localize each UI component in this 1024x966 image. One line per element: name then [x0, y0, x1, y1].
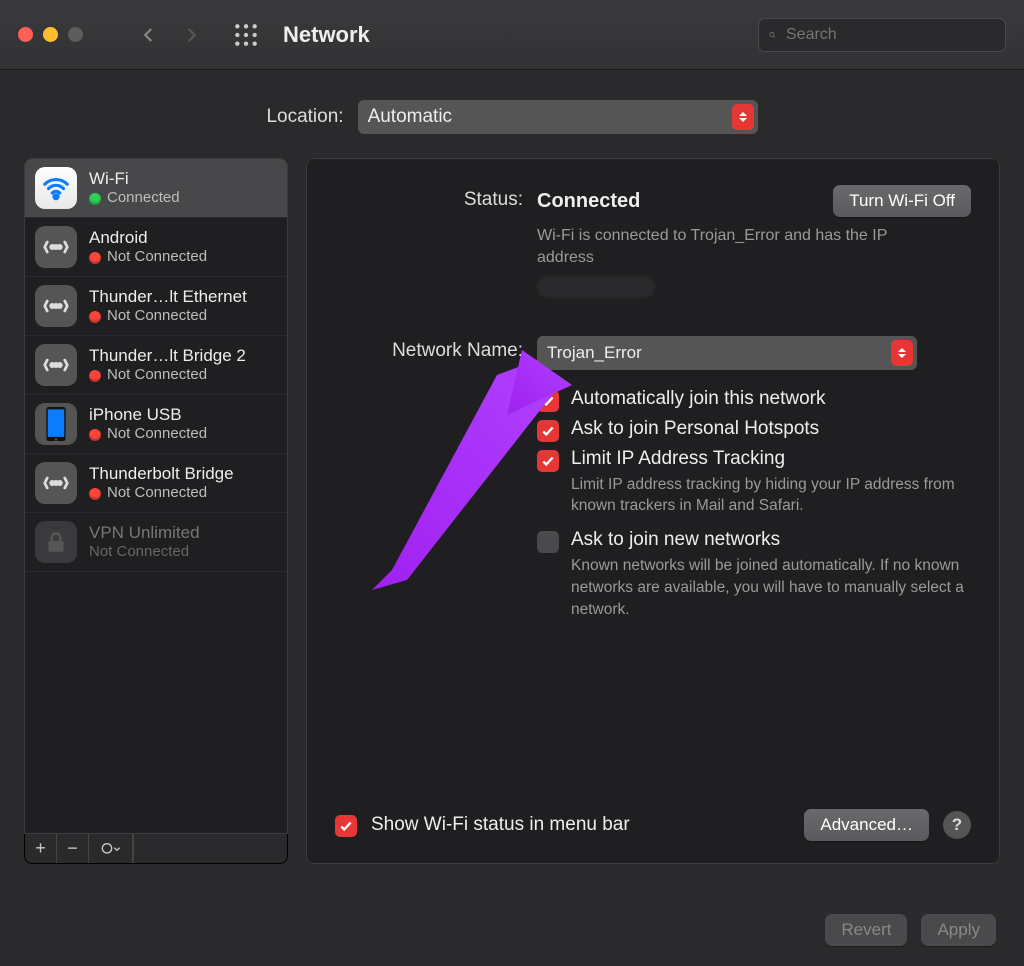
search-input[interactable] — [784, 25, 995, 45]
status-led — [89, 370, 101, 382]
limit-ip-checkbox[interactable] — [537, 450, 559, 472]
service-item-thunder-lt-ethernet[interactable]: Thunder…lt Ethernet Not Connected — [25, 277, 287, 336]
service-status: Connected — [89, 189, 180, 208]
service-name: Thunderbolt Bridge — [89, 463, 234, 484]
location-row: Location: Automatic — [0, 70, 1024, 158]
detail-panel: Status: Connected Turn Wi-Fi Off Wi-Fi i… — [306, 158, 1000, 864]
location-value: Automatic — [368, 106, 452, 128]
forward-button[interactable] — [177, 21, 205, 49]
window-action-buttons: Revert Apply — [825, 914, 996, 946]
ask-new-networks-checkbox[interactable] — [537, 531, 559, 553]
status-led — [89, 311, 101, 323]
status-led — [89, 252, 101, 264]
limit-ip-label: Limit IP Address Tracking — [571, 448, 971, 470]
location-label: Location: — [266, 106, 343, 128]
stepper-icon — [891, 340, 913, 366]
ip-address-redacted — [537, 276, 655, 298]
status-description: Wi-Fi is connected to Trojan_Error and h… — [537, 225, 937, 298]
stepper-icon — [732, 104, 754, 130]
service-sidebar: Wi-Fi Connected Android Not Connected Th… — [24, 158, 288, 864]
service-status: Not Connected — [89, 425, 207, 444]
service-status: Not Connected — [89, 543, 200, 562]
bridge-icon — [35, 285, 77, 327]
service-status: Not Connected — [89, 484, 234, 503]
ask-hotspot-label: Ask to join Personal Hotspots — [571, 418, 819, 440]
service-item-wi-fi[interactable]: Wi-Fi Connected — [25, 159, 287, 218]
wifi-toggle-button[interactable]: Turn Wi-Fi Off — [833, 185, 971, 217]
window-controls — [18, 27, 83, 42]
auto-join-label: Automatically join this network — [571, 388, 826, 410]
limit-ip-desc: Limit IP address tracking by hiding your… — [571, 474, 971, 517]
show-all-icon[interactable] — [233, 22, 259, 48]
service-item-thunder-lt-bridge-2[interactable]: Thunder…lt Bridge 2 Not Connected — [25, 336, 287, 395]
status-label: Status: — [335, 185, 523, 211]
service-name: Thunder…lt Bridge 2 — [89, 345, 246, 366]
window-title: Network — [283, 22, 370, 48]
help-button[interactable]: ? — [943, 811, 971, 839]
apply-button[interactable]: Apply — [921, 914, 996, 946]
ask-new-networks-label: Ask to join new networks — [571, 529, 971, 551]
wifi-icon — [35, 167, 77, 209]
show-menubar-label: Show Wi-Fi status in menu bar — [371, 814, 630, 836]
iphone-icon — [35, 403, 77, 445]
toolbar: Network — [0, 0, 1024, 70]
service-status: Not Connected — [89, 307, 247, 326]
service-name: Wi-Fi — [89, 168, 180, 189]
status-led — [89, 488, 101, 500]
service-status: Not Connected — [89, 366, 246, 385]
network-name-popup[interactable]: Trojan_Error — [537, 336, 917, 370]
service-name: Thunder…lt Ethernet — [89, 286, 247, 307]
bridge-icon — [35, 226, 77, 268]
status-led — [89, 193, 101, 205]
bridge-icon — [35, 462, 77, 504]
service-name: Android — [89, 227, 207, 248]
service-name: VPN Unlimited — [89, 522, 200, 543]
auto-join-checkbox[interactable] — [537, 390, 559, 412]
add-service-button[interactable]: + — [25, 834, 57, 863]
service-item-vpn-unlimited[interactable]: VPN Unlimited Not Connected — [25, 513, 287, 572]
status-value: Connected — [537, 190, 640, 213]
service-status: Not Connected — [89, 248, 207, 267]
service-list[interactable]: Wi-Fi Connected Android Not Connected Th… — [24, 158, 288, 834]
revert-button[interactable]: Revert — [825, 914, 907, 946]
show-menubar-checkbox[interactable] — [335, 815, 357, 837]
sidebar-footer: + − — [24, 834, 288, 864]
search-field[interactable] — [758, 18, 1006, 52]
status-led — [89, 429, 101, 441]
advanced-button[interactable]: Advanced… — [804, 809, 929, 841]
service-options-button[interactable] — [89, 834, 133, 863]
status-desc-text: Wi-Fi is connected to Trojan_Error and h… — [537, 225, 937, 270]
lock-icon — [35, 521, 77, 563]
service-item-android[interactable]: Android Not Connected — [25, 218, 287, 277]
back-button[interactable] — [135, 21, 163, 49]
remove-service-button[interactable]: − — [57, 834, 89, 863]
service-item-iphone-usb[interactable]: iPhone USB Not Connected — [25, 395, 287, 454]
minimize-window-button[interactable] — [43, 27, 58, 42]
network-name-value: Trojan_Error — [547, 343, 642, 363]
network-name-label: Network Name: — [335, 336, 523, 362]
zoom-window-button[interactable] — [68, 27, 83, 42]
service-item-thunderbolt-bridge[interactable]: Thunderbolt Bridge Not Connected — [25, 454, 287, 513]
ask-new-networks-desc: Known networks will be joined automatica… — [571, 555, 971, 620]
ask-hotspot-checkbox[interactable] — [537, 420, 559, 442]
search-icon — [769, 27, 776, 43]
close-window-button[interactable] — [18, 27, 33, 42]
bridge-icon — [35, 344, 77, 386]
location-popup[interactable]: Automatic — [358, 100, 758, 134]
service-name: iPhone USB — [89, 404, 207, 425]
